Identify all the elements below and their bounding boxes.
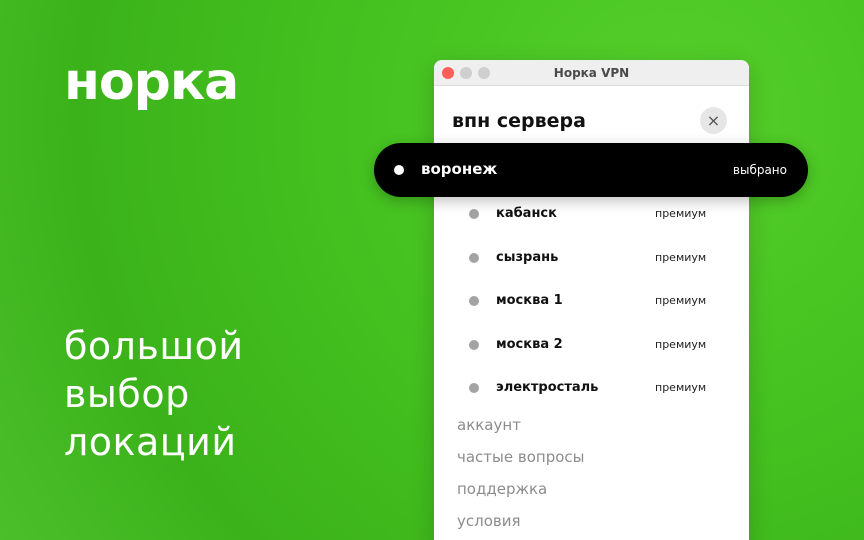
server-tag: премиум [655, 250, 707, 264]
selected-server-tag: выбрано [732, 163, 787, 177]
settings-menu: аккаунт частые вопросы поддержка условия [457, 416, 585, 540]
server-list: кабанск премиум сызрань премиум москва 1… [434, 191, 749, 409]
server-item-syzran[interactable]: сызрань премиум [434, 235, 749, 279]
server-item-elektrostal[interactable]: электросталь премиум [434, 365, 749, 409]
tagline: большой выбор локаций [64, 322, 324, 466]
server-item-moscow-2[interactable]: москва 2 премиум [434, 322, 749, 366]
server-name: электросталь [496, 380, 599, 395]
status-dot-icon [469, 252, 479, 263]
menu-item-account[interactable]: аккаунт [457, 416, 585, 448]
server-tag: премиум [655, 294, 707, 307]
status-dot-icon [469, 339, 479, 350]
status-dot-icon [469, 296, 479, 306]
close-panel-button[interactable]: × [700, 107, 727, 134]
status-dot-icon [394, 165, 404, 175]
selected-server-item[interactable]: воронеж выбрано [374, 143, 808, 197]
menu-item-faq[interactable]: частые вопросы [457, 448, 585, 480]
server-item-kabansk[interactable]: кабанск премиум [434, 191, 749, 235]
tagline-line-2: выбор [64, 372, 190, 416]
window-titlebar: Норка VPN [434, 60, 749, 86]
menu-item-terms[interactable]: условия [457, 512, 585, 540]
app-window: Норка VPN впн сервера × кабанск премиум … [434, 60, 749, 540]
window-title: Норка VPN [553, 66, 630, 80]
tagline-line-3: локаций [64, 420, 237, 464]
server-name: москва 1 [496, 293, 563, 308]
tagline-line-1: большой [64, 324, 244, 368]
server-tag: премиум [655, 207, 707, 220]
server-name: москва 2 [496, 336, 563, 352]
panel-title: впн сервера [452, 110, 586, 132]
server-tag: премиум [655, 381, 707, 394]
server-tag: премиум [655, 337, 707, 351]
close-icon: × [706, 111, 721, 130]
selected-server-name: воронеж [421, 160, 498, 178]
server-name: сызрань [496, 249, 559, 265]
status-dot-icon [469, 209, 479, 219]
server-item-moscow-1[interactable]: москва 1 премиум [434, 278, 749, 322]
brand-logo: норка [64, 52, 239, 112]
status-dot-icon [469, 383, 479, 393]
server-name: кабанск [496, 206, 557, 221]
menu-item-support[interactable]: поддержка [457, 480, 585, 512]
